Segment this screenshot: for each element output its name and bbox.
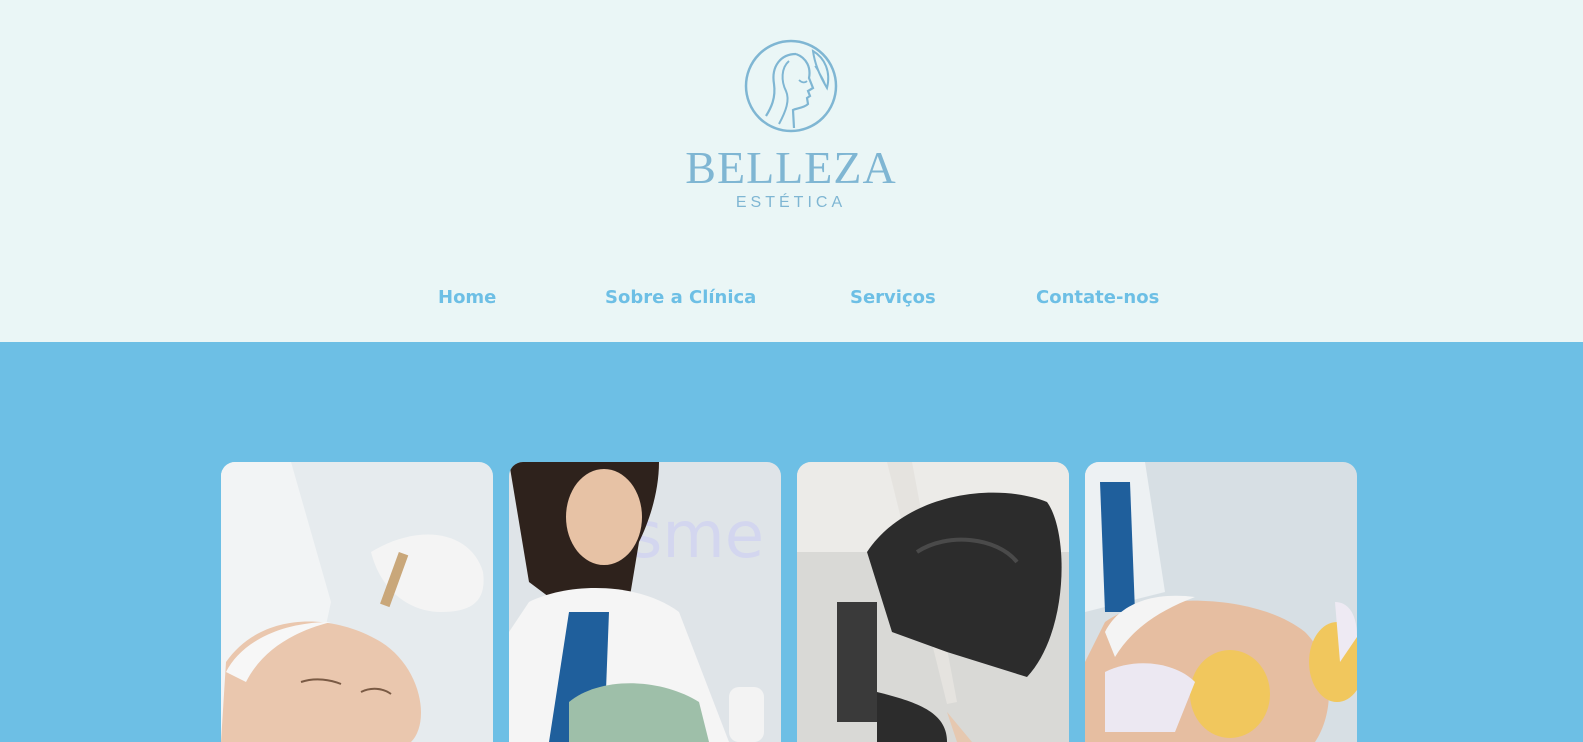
nav-about-clinic[interactable]: Sobre a Clínica <box>605 287 756 308</box>
woman-face-profile-icon <box>744 39 838 133</box>
site-header: BELLEZA ESTÉTICA Home Sobre a Clínica Se… <box>0 0 1583 342</box>
nav-contact[interactable]: Contate-nos <box>1036 287 1159 308</box>
nav-services[interactable]: Serviços <box>850 287 936 308</box>
gallery-card-tweezers[interactable] <box>797 462 1069 742</box>
brand-tagline: ESTÉTICA <box>735 194 847 211</box>
gallery-card-sponge[interactable] <box>1085 462 1357 742</box>
gallery-card-serum[interactable] <box>221 462 493 742</box>
gloved-hands-tweezers-photo <box>797 462 1069 742</box>
photo-gallery: sme <box>0 342 1583 742</box>
main-navigation: Home Sobre a Clínica Serviços Contate-no… <box>0 287 1583 317</box>
brand-logo[interactable]: BELLEZA ESTÉTICA <box>683 36 899 216</box>
facial-sponge-cleansing-photo <box>1085 462 1357 742</box>
nav-home[interactable]: Home <box>438 287 496 308</box>
aesthetician-clay-mask-photo: sme <box>509 462 781 742</box>
facial-serum-dropper-photo <box>221 462 493 742</box>
gallery-card-clay-mask[interactable]: sme <box>509 462 781 742</box>
brand-name: BELLEZA <box>685 142 897 193</box>
